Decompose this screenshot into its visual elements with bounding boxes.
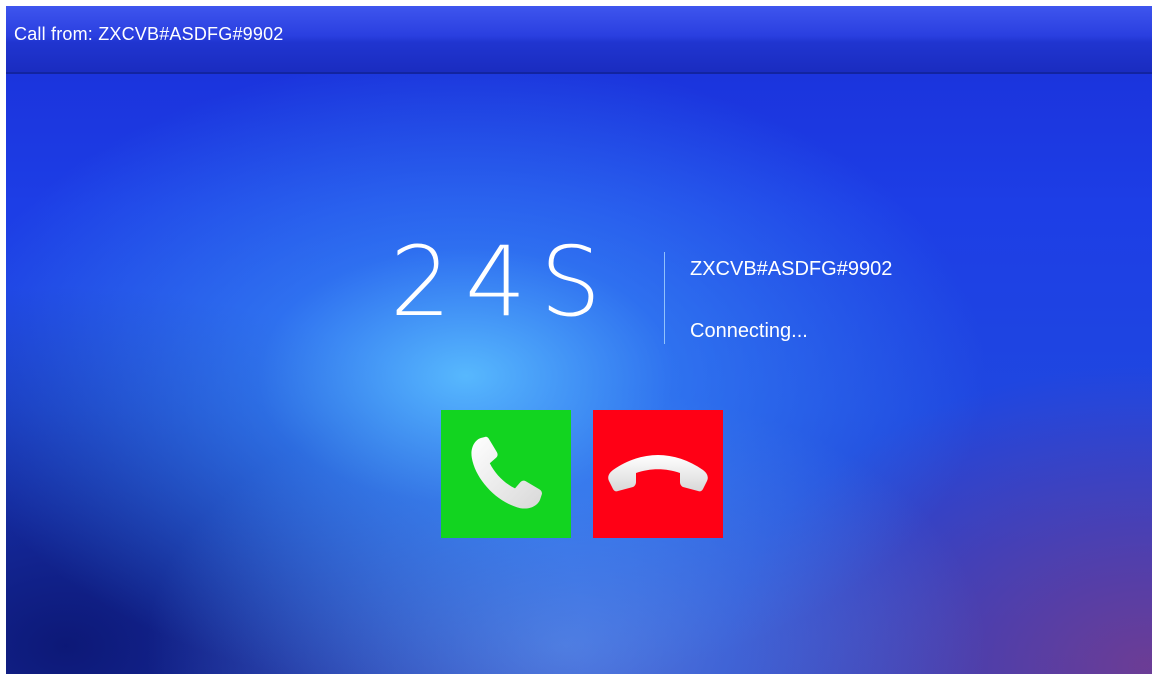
call-from-title: Call from: ZXCVB#ASDFG#9902 — [14, 24, 284, 44]
accept-call-button[interactable] — [441, 410, 571, 538]
call-status: Connecting... — [690, 320, 808, 342]
title-bar: Call from: ZXCVB#ASDFG#9902 — [6, 6, 1152, 74]
intercom-call-screen: Call from: ZXCVB#ASDFG#9902 24S ZXCVB#AS… — [6, 6, 1152, 674]
phone-icon — [461, 429, 551, 519]
call-timer: 24S — [390, 226, 616, 338]
hang-up-icon — [603, 439, 713, 509]
divider — [664, 252, 665, 344]
reject-call-button[interactable] — [593, 410, 723, 538]
caller-id: ZXCVB#ASDFG#9902 — [690, 258, 893, 280]
